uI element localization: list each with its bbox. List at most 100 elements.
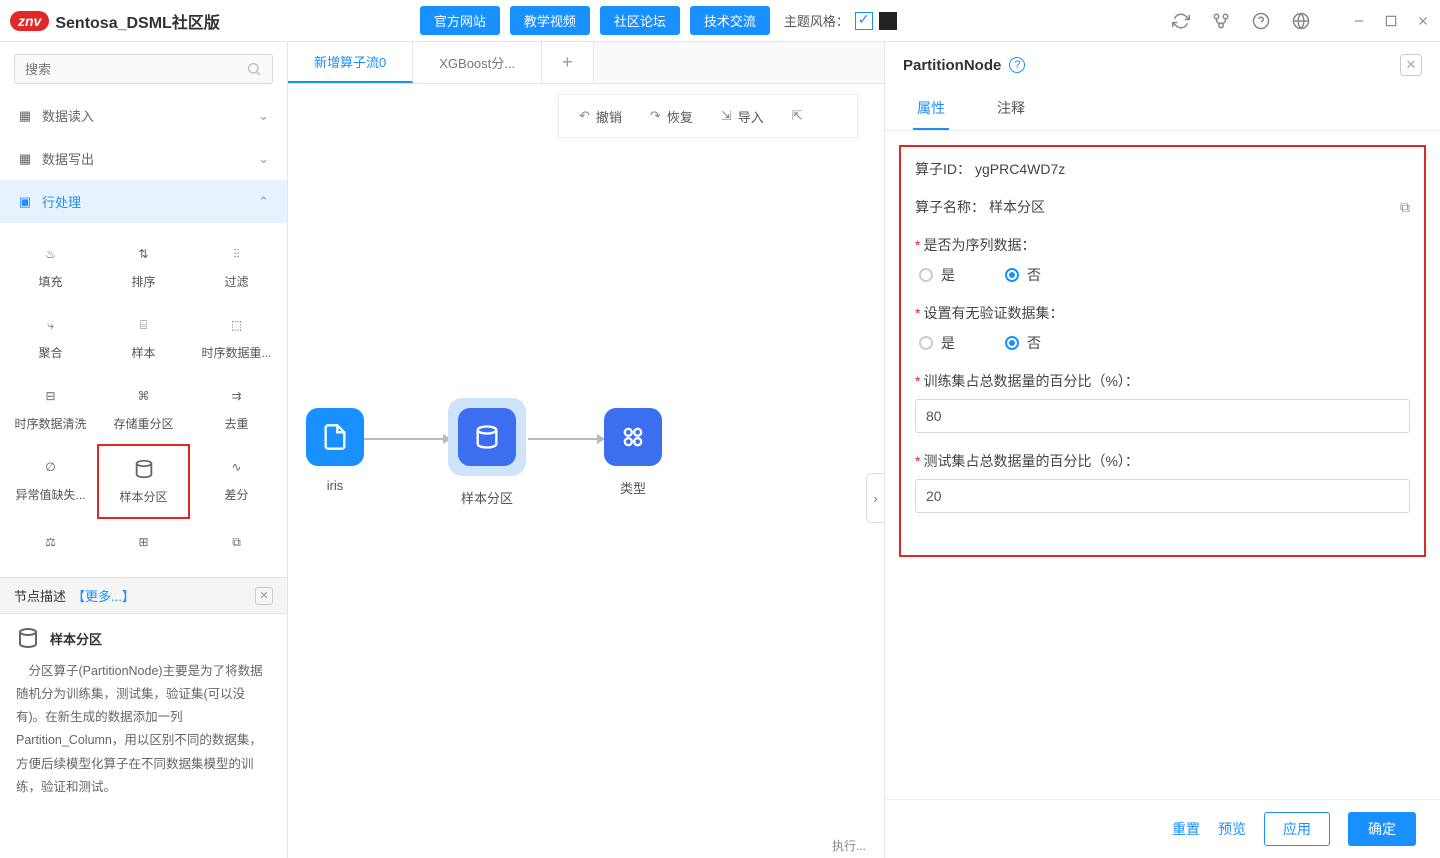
props-title: PartitionNode — [903, 57, 1001, 74]
export-button[interactable]: ⇱ — [792, 108, 803, 124]
operator-grid: ♨填充 ⇅排序 ⫶⫶过滤 ⤷聚合 ⌸样本 ⬚时序数据重... ⊟时序数据清洗 ⌘… — [0, 223, 287, 573]
partition-icon — [133, 458, 155, 480]
undo-icon: ↶ — [579, 108, 590, 124]
reset-button[interactable]: 重置 — [1172, 819, 1200, 839]
props-tabs: 属性 注释 — [885, 88, 1440, 131]
close-icon[interactable] — [1416, 14, 1430, 28]
node-iris[interactable]: iris — [306, 408, 364, 493]
category-data-read[interactable]: ▦ 数据读入 ⌄ — [0, 94, 287, 137]
partition-icon — [16, 626, 40, 650]
op-sort[interactable]: ⇅排序 — [97, 231, 190, 302]
redo-icon: ↷ — [650, 108, 661, 124]
category-label: 行处理 — [42, 192, 81, 211]
category-data-write[interactable]: ▦ 数据写出 ⌄ — [0, 137, 287, 180]
field-operator-id: 算子ID： ygPRC4WD7z — [915, 159, 1410, 179]
field-sequential: *是否为序列数据： 是 否 — [915, 235, 1410, 285]
apply-button[interactable]: 应用 — [1264, 812, 1330, 846]
dedup-icon: ⇉ — [231, 385, 241, 407]
desc-title: 样本分区 — [16, 626, 271, 650]
category-row-process[interactable]: ▣ 行处理 ⌃ — [0, 180, 287, 223]
maximize-icon[interactable] — [1384, 14, 1398, 28]
properties-panel: PartitionNode ? ✕ 属性 注释 算子ID： ygPRC4WD7z… — [884, 42, 1440, 858]
help-badge-icon[interactable]: ? — [1009, 57, 1025, 73]
tab-xgboost[interactable]: XGBoost分... — [413, 42, 542, 83]
fill-icon: ♨ — [45, 243, 56, 265]
sort-icon: ⇅ — [138, 243, 148, 265]
props-footer: 重置 预览 应用 确定 — [885, 799, 1440, 858]
op-dedup[interactable]: ⇉去重 — [190, 373, 283, 444]
test-pct-input[interactable] — [915, 479, 1410, 513]
preview-button[interactable]: 预览 — [1218, 819, 1246, 839]
nav-forum[interactable]: 社区论坛 — [600, 6, 680, 35]
edge-partition-type — [528, 438, 604, 440]
radio-seq-no[interactable]: 否 — [1005, 265, 1041, 285]
node-type[interactable]: 类型 — [604, 408, 662, 497]
op-partition[interactable]: 样本分区 — [97, 444, 190, 519]
tab-add[interactable]: + — [542, 42, 594, 83]
category-label: 数据读入 — [42, 106, 94, 125]
field-operator-name: 算子名称： 样本分区 ⧉ — [915, 197, 1410, 217]
ok-button[interactable]: 确定 — [1348, 812, 1416, 846]
radio-seq-yes[interactable]: 是 — [919, 265, 955, 285]
outlier-icon: ∅ — [45, 456, 55, 478]
redo-button[interactable]: ↷恢复 — [650, 107, 693, 126]
tab-attributes[interactable]: 属性 — [913, 88, 949, 130]
tab-notes[interactable]: 注释 — [993, 88, 1029, 130]
theme-light[interactable] — [855, 12, 873, 30]
logo-badge: znv — [10, 11, 49, 31]
tab-new-flow[interactable]: 新增算子流0 — [288, 42, 413, 83]
train-pct-input[interactable] — [915, 399, 1410, 433]
chevron-down-icon: ⌄ — [258, 108, 269, 124]
diff-icon: ∿ — [231, 456, 241, 478]
globe-icon[interactable] — [1292, 12, 1310, 30]
op-outlier[interactable]: ∅异常值缺失... — [4, 444, 97, 519]
minimize-icon[interactable] — [1352, 14, 1366, 28]
search-icon — [246, 61, 262, 77]
op-diff[interactable]: ∿差分 — [190, 444, 283, 519]
refresh-icon[interactable] — [1172, 12, 1190, 30]
search-input[interactable] — [14, 54, 273, 84]
nav-tech-exchange[interactable]: 技术交流 — [690, 6, 770, 35]
file-icon — [306, 408, 364, 466]
help-icon[interactable] — [1252, 12, 1270, 30]
panel-collapse-handle[interactable]: › — [866, 473, 884, 523]
nav-buttons: 官方网站 教学视频 社区论坛 技术交流 — [420, 6, 770, 35]
theme-dark[interactable] — [879, 12, 897, 30]
op-repartition[interactable]: ⌘存储重分区 — [97, 373, 190, 444]
op-extra3[interactable]: ⧉ — [190, 519, 283, 565]
undo-button[interactable]: ↶撤销 — [579, 107, 622, 126]
op-fill[interactable]: ♨填充 — [4, 231, 97, 302]
op-sample[interactable]: ⌸样本 — [97, 302, 190, 373]
branch-icon[interactable] — [1212, 12, 1230, 30]
node-partition[interactable]: 样本分区 — [448, 398, 526, 507]
edge-iris-partition — [364, 438, 450, 440]
search-field[interactable] — [25, 62, 246, 77]
sidebar: ▦ 数据读入 ⌄ ▦ 数据写出 ⌄ ▣ 行处理 ⌃ ♨填充 ⇅排序 ⫶⫶过滤 ⤷… — [0, 42, 288, 858]
nav-official-site[interactable]: 官方网站 — [420, 6, 500, 35]
op-aggregate[interactable]: ⤷聚合 — [4, 302, 97, 373]
op-extra1[interactable]: ⚖ — [4, 519, 97, 565]
props-close-icon[interactable]: ✕ — [1400, 54, 1422, 76]
plus-square-icon: ▦ — [18, 109, 32, 123]
op-ts-resample[interactable]: ⬚时序数据重... — [190, 302, 283, 373]
import-button[interactable]: ⇲导入 — [721, 107, 764, 126]
flow-canvas[interactable]: iris 样本分区 类型 › 执行... — [288, 138, 884, 858]
op-extra2[interactable]: ⊞ — [97, 519, 190, 565]
plus-square-icon: ▦ — [18, 152, 32, 166]
clean-icon: ⊟ — [45, 385, 55, 407]
category-label: 数据写出 — [42, 149, 94, 168]
radio-val-no[interactable]: 否 — [1005, 333, 1041, 353]
op-ts-clean[interactable]: ⊟时序数据清洗 — [4, 373, 97, 444]
window-controls — [1352, 14, 1430, 28]
props-form: 算子ID： ygPRC4WD7z 算子名称： 样本分区 ⧉ *是否为序列数据： … — [899, 145, 1426, 557]
op-filter[interactable]: ⫶⫶过滤 — [190, 231, 283, 302]
field-test-pct: *测试集占总数据量的百分比（%）： — [915, 451, 1410, 513]
aggregate-icon: ⤷ — [47, 314, 54, 336]
desc-more-link[interactable]: 【更多...】 — [72, 586, 135, 605]
copy-icon[interactable]: ⧉ — [1400, 199, 1410, 216]
nav-tutorial-video[interactable]: 教学视频 — [510, 6, 590, 35]
desc-close-icon[interactable]: ✕ — [255, 587, 273, 605]
radio-val-yes[interactable]: 是 — [919, 333, 955, 353]
ts-icon: ⬚ — [231, 314, 242, 336]
filter-icon: ⫶⫶ — [233, 243, 239, 265]
